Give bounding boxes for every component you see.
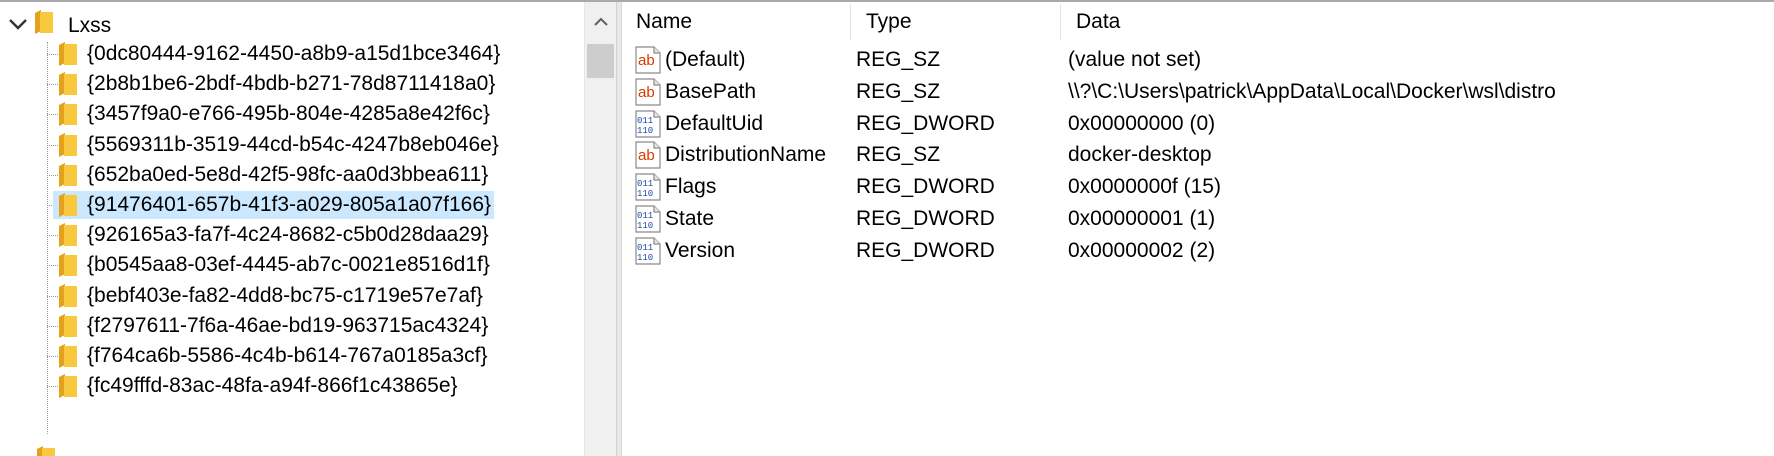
tree-node-label: {3457f9a0-e766-495b-804e-4285a8e42f6c} xyxy=(87,102,490,126)
tree-node-guid[interactable]: {2b8b1be6-2bdf-4bdb-b271-78d8711418a0} xyxy=(47,67,567,101)
value-row[interactable]: 011 110 DefaultUid REG_DWORD 0x00000000 (0) xyxy=(622,106,1774,142)
tree-node-guid[interactable]: {0dc80444-9162-4450-a8b9-a15d1bce3464} xyxy=(47,37,567,71)
tree-vertical-scrollbar[interactable] xyxy=(584,2,616,456)
value-name: DistributionName xyxy=(665,143,827,167)
value-data: 0x00000002 (2) xyxy=(1068,238,1216,262)
value-name: Version xyxy=(665,238,736,262)
value-name: State xyxy=(665,207,715,230)
tree-node-label: {0dc80444-9162-4450-a8b9-a15d1bce3464} xyxy=(87,42,501,65)
value-data: docker-desktop xyxy=(1068,143,1212,167)
tree-node-label: {926165a3-fa7f-4c24-8682-c5b0d28daa29} xyxy=(87,223,489,247)
column-header-type[interactable]: Type xyxy=(852,2,1062,42)
folder-icon xyxy=(59,102,77,127)
tree-node-guid[interactable]: {f764ca6b-5586-4c4b-b614-767a0185a3cf} xyxy=(47,339,567,373)
value-type: REG_DWORD xyxy=(856,207,995,230)
registry-values-pane: Name Type Data ab (Default) REG_SZ (value n… xyxy=(622,2,1774,456)
svg-text:011: 011 xyxy=(637,243,653,253)
tree-root-label: Lxss xyxy=(68,14,112,37)
value-data: \\?\C:\Users\patrick\AppData\Local\Docke… xyxy=(1068,79,1556,103)
value-type: REG_SZ xyxy=(856,48,941,71)
tree-node-label: {b0545aa8-03ef-4445-ab7c-0021e8516d1f} xyxy=(87,253,490,277)
value-type: REG_DWORD xyxy=(856,238,995,262)
value-type: REG_DWORD xyxy=(856,175,995,199)
value-row[interactable]: ab BasePath REG_SZ \\?\C:\Users\patrick\App… xyxy=(622,74,1774,110)
registry-tree-pane: Lxss {0dc80444-9162-4450-a8b9-a15d1bce34… xyxy=(0,2,616,456)
registry-editor-window: Lxss {0dc80444-9162-4450-a8b9-a15d1bce34… xyxy=(0,0,1774,456)
svg-text:ab: ab xyxy=(638,147,655,164)
value-name: Flags xyxy=(665,175,717,199)
tree-node-guid[interactable]: {f2797611-7f6a-46ae-bd19-963715ac4324} xyxy=(47,309,567,343)
value-name: BasePath xyxy=(665,79,757,103)
tree-node-label: {bebf403e-fa82-4dd8-bc75-c1719e57e7af} xyxy=(87,283,483,307)
tree-node-guid[interactable]: {926165a3-fa7f-4c24-8682-c5b0d28daa29} xyxy=(47,218,567,252)
value-row[interactable]: ab DistributionName REG_SZ docker-desktop xyxy=(622,137,1774,173)
svg-text:011: 011 xyxy=(637,211,653,221)
folder-icon xyxy=(59,344,77,368)
value-row[interactable]: 011 110 Flags REG_DWORD 0x0000000f (15) xyxy=(622,169,1774,205)
tree-node-lxss[interactable]: Lxss xyxy=(0,6,560,40)
value-type: REG_SZ xyxy=(856,143,941,167)
tree-node-guid[interactable]: {652ba0ed-5e8d-42f5-98fc-aa0d3bbea611} xyxy=(47,158,567,192)
folder-icon xyxy=(59,132,77,157)
svg-text:110: 110 xyxy=(637,126,653,136)
folder-icon xyxy=(59,253,77,278)
folder-icon xyxy=(59,374,77,399)
chevron-down-icon[interactable] xyxy=(6,14,30,34)
folder-icon xyxy=(37,446,55,456)
folder-icon xyxy=(59,283,77,308)
column-divider[interactable] xyxy=(850,4,851,40)
value-type: REG_DWORD xyxy=(856,111,995,135)
svg-text:110: 110 xyxy=(637,221,653,231)
svg-text:110: 110 xyxy=(637,189,653,199)
tree-node-label: {91476401-657b-41f3-a029-805a1a07f166} xyxy=(53,191,495,219)
scroll-up-button[interactable] xyxy=(585,2,617,42)
chevron-up-icon xyxy=(594,17,608,26)
svg-text:011: 011 xyxy=(637,116,653,126)
string-value-icon: ab xyxy=(635,78,661,106)
svg-text:110: 110 xyxy=(637,253,653,263)
column-divider[interactable] xyxy=(1060,4,1061,40)
value-type: REG_SZ xyxy=(856,79,941,103)
value-data: 0x00000001 (1) xyxy=(1068,207,1216,230)
tree-node-label: {2b8b1be6-2bdf-4bdb-b271-78d8711418a0} xyxy=(87,72,496,96)
tree-node-guid[interactable]: {5569311b-3519-44cd-b54c-4247b8eb046e} xyxy=(47,128,567,162)
binary-value-icon: 011110 xyxy=(635,109,661,138)
value-name: DefaultUid xyxy=(665,111,764,135)
tree-node-label: {5569311b-3519-44cd-b54c-4247b8eb046e} xyxy=(87,132,499,156)
value-data: (value not set) xyxy=(1068,48,1202,71)
value-row[interactable]: 011 110 State REG_DWORD 0x00000001 (1) xyxy=(622,201,1774,237)
column-header-data[interactable]: Data xyxy=(1062,2,1762,42)
folder-icon xyxy=(59,193,77,217)
svg-text:ab: ab xyxy=(638,52,655,69)
string-value-icon: ab xyxy=(635,46,661,74)
scrollbar-thumb[interactable] xyxy=(587,44,614,78)
folder-icon xyxy=(59,223,77,248)
folder-icon xyxy=(59,42,77,66)
svg-text:011: 011 xyxy=(637,179,653,189)
folder-icon xyxy=(59,162,77,187)
tree-node-label: {652ba0ed-5e8d-42f5-98fc-aa0d3bbea611} xyxy=(87,162,489,186)
folder-icon xyxy=(59,313,77,338)
value-row[interactable]: 011 110 Version REG_DWORD 0x00000002 (2) xyxy=(622,233,1774,269)
tree-node-guid[interactable]: {bebf403e-fa82-4dd8-bc75-c1719e57e7af} xyxy=(47,279,567,313)
tree-node-guid[interactable]: {91476401-657b-41f3-a029-805a1a07f166} xyxy=(47,188,567,222)
tree-node-label: {fc49fffd-83ac-48fa-a94f-866f1c43865e} xyxy=(87,374,458,398)
value-name: (Default) xyxy=(665,48,746,71)
tree-node-label: {f764ca6b-5586-4c4b-b614-767a0185a3cf} xyxy=(87,344,488,367)
binary-value-icon: 011110 xyxy=(635,173,661,201)
value-row[interactable]: ab (Default) REG_SZ (value not set) xyxy=(622,42,1774,78)
string-value-icon: ab xyxy=(635,141,661,169)
folder-icon xyxy=(35,10,53,34)
tree-node-guid[interactable]: {3457f9a0-e766-495b-804e-4285a8e42f6c} xyxy=(47,97,567,131)
binary-value-icon: 011110 xyxy=(635,237,661,265)
svg-text:ab: ab xyxy=(638,84,655,101)
value-data: 0x0000000f (15) xyxy=(1068,175,1221,199)
tree-node-guid[interactable]: {b0545aa8-03ef-4445-ab7c-0021e8516d1f} xyxy=(47,248,567,282)
binary-value-icon: 011110 xyxy=(635,205,661,233)
value-data: 0x00000000 (0) xyxy=(1068,111,1216,135)
folder-icon xyxy=(59,72,77,97)
tree-node-guid[interactable]: {fc49fffd-83ac-48fa-a94f-866f1c43865e} xyxy=(47,369,567,403)
tree-node-label: {f2797611-7f6a-46ae-bd19-963715ac4324} xyxy=(87,313,489,337)
